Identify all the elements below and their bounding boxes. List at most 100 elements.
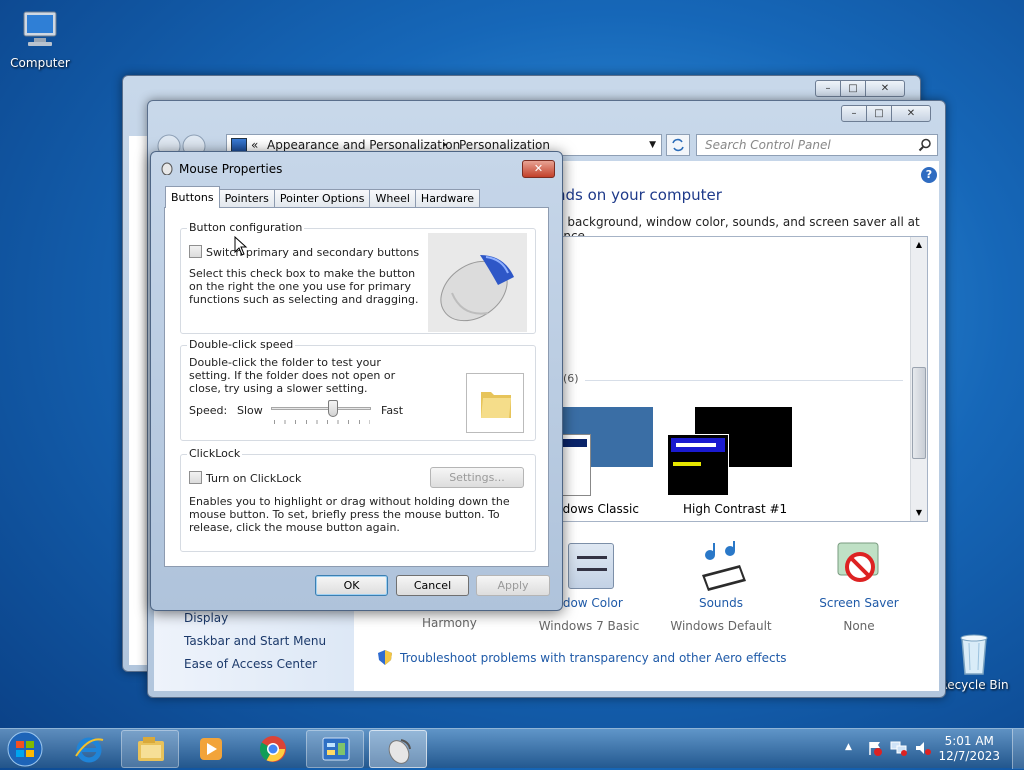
system-clock[interactable]: 5:01 AM 12/7/2023 xyxy=(938,734,1000,764)
tab-buttons[interactable]: Buttons xyxy=(165,186,220,208)
tray-overflow-button[interactable]: ▲ xyxy=(845,742,852,752)
back-window-controls: – □ ✕ xyxy=(815,80,905,97)
slider-thumb[interactable] xyxy=(328,400,339,417)
clicklock-checkbox[interactable] xyxy=(189,471,202,484)
mouse-pointer-icon xyxy=(234,235,248,256)
screen-saver-item[interactable]: Screen Saver None xyxy=(799,596,919,633)
close-button[interactable]: ✕ xyxy=(891,105,931,122)
speed-slow-label: Slow xyxy=(237,404,263,417)
action-center-icon[interactable] xyxy=(867,740,883,756)
minimize-button[interactable]: – xyxy=(815,80,841,97)
clock-time: 5:01 AM xyxy=(944,734,994,748)
window-color-value: Windows 7 Basic xyxy=(538,619,640,633)
sounds-icon[interactable] xyxy=(696,541,748,591)
window-color-icon[interactable] xyxy=(568,543,614,589)
minimize-button[interactable]: – xyxy=(841,105,867,122)
buttons-tab-panel: Button configuration Switch primary and … xyxy=(164,207,549,567)
recycle-bin-label: Recycle Bin xyxy=(939,678,1009,692)
taskbar-mouse-properties[interactable] xyxy=(369,730,427,768)
taskbar-control-panel[interactable] xyxy=(306,730,364,768)
refresh-icon xyxy=(672,138,684,152)
clicklock-group: ClickLock Turn on ClickLock Settings... … xyxy=(180,447,536,552)
search-placeholder: Search Control Panel xyxy=(705,138,831,152)
cancel-button[interactable]: Cancel xyxy=(396,575,469,596)
theme-high-contrast-1[interactable] xyxy=(667,407,793,497)
taskbar-file-explorer[interactable] xyxy=(121,730,179,768)
scroll-thumb[interactable] xyxy=(912,367,926,459)
double-click-speed-label: Double-click speed xyxy=(187,338,296,351)
control-panel-icon xyxy=(231,138,247,152)
tab-pointers[interactable]: Pointers xyxy=(218,189,275,208)
ok-button[interactable]: OK xyxy=(315,575,388,596)
troubleshoot-link[interactable]: Troubleshoot problems with transparency … xyxy=(400,651,787,665)
sounds-title[interactable]: Sounds xyxy=(661,596,781,610)
button-configuration-label: Button configuration xyxy=(187,221,305,234)
clicklock-settings-button[interactable]: Settings... xyxy=(430,467,524,488)
theme-windows-classic-label[interactable]: ndows Classic xyxy=(555,502,639,516)
taskbar-internet-explorer[interactable] xyxy=(60,730,118,768)
tab-pointer-options[interactable]: Pointer Options xyxy=(273,189,371,208)
clicklock-label: ClickLock xyxy=(187,447,243,460)
theme-group-count: (6) xyxy=(563,372,579,385)
slider-track xyxy=(271,407,371,410)
file-explorer-icon xyxy=(138,737,164,761)
close-button[interactable]: ✕ xyxy=(865,80,905,97)
double-click-description: Double-click the folder to test your set… xyxy=(189,356,396,395)
taskbar-media-player[interactable] xyxy=(182,730,240,768)
desktop-icon-recycle-bin[interactable]: Recycle Bin xyxy=(936,630,1012,692)
windows-logo-icon xyxy=(7,731,43,767)
shield-icon xyxy=(378,650,392,665)
taskbar-chrome[interactable] xyxy=(244,730,302,768)
test-folder-area[interactable] xyxy=(466,373,524,433)
clicklock-description: Enables you to highlight or drag without… xyxy=(189,495,510,534)
page-heading: nds on your computer xyxy=(556,186,722,204)
clicklock-checkbox-label[interactable]: Turn on ClickLock xyxy=(206,472,301,485)
screen-saver-value: None xyxy=(843,619,875,633)
theme-high-contrast-label[interactable]: High Contrast #1 xyxy=(683,502,787,516)
network-icon[interactable] xyxy=(890,740,908,756)
speed-fast-label: Fast xyxy=(381,404,404,417)
double-click-speed-slider[interactable] xyxy=(271,400,373,426)
computer-icon xyxy=(18,8,62,54)
media-player-icon xyxy=(200,738,222,760)
harmony-label: Harmony xyxy=(422,616,477,630)
address-dropdown-icon[interactable]: ▼ xyxy=(649,135,656,155)
link-display[interactable]: Display xyxy=(184,611,228,625)
slider-ticks xyxy=(274,420,370,424)
link-taskbar-start-menu[interactable]: Taskbar and Start Menu xyxy=(184,634,326,648)
double-click-speed-group: Double-click speed Double-click the fold… xyxy=(180,338,536,441)
theme-list-scrollbar[interactable]: ▲ ▼ xyxy=(910,237,927,521)
tab-wheel[interactable]: Wheel xyxy=(369,189,416,208)
volume-icon[interactable] xyxy=(914,740,932,756)
maximize-button[interactable]: □ xyxy=(840,80,866,97)
sounds-value: Windows Default xyxy=(670,619,772,633)
mouse-icon xyxy=(388,739,411,764)
sounds-item[interactable]: Sounds Windows Default xyxy=(661,596,781,633)
refresh-button[interactable] xyxy=(666,134,690,156)
recycle-bin-icon xyxy=(954,630,994,676)
theme-windows-classic[interactable] xyxy=(553,407,657,497)
switch-buttons-checkbox[interactable] xyxy=(189,245,202,258)
screen-saver-icon[interactable] xyxy=(834,541,884,589)
apply-button[interactable]: Apply xyxy=(476,575,550,596)
chrome-icon xyxy=(259,736,286,762)
search-input[interactable]: Search Control Panel xyxy=(696,134,938,156)
scroll-down-icon[interactable]: ▼ xyxy=(911,505,927,521)
scroll-up-icon[interactable]: ▲ xyxy=(911,237,927,253)
help-icon[interactable]: ? xyxy=(921,167,937,183)
mouse-properties-dialog[interactable]: Mouse Properties ✕ Buttons Pointers Poin… xyxy=(150,151,563,611)
screen-saver-title[interactable]: Screen Saver xyxy=(799,596,919,610)
show-desktop-button[interactable] xyxy=(1012,729,1024,769)
mouse-image xyxy=(428,233,527,332)
search-icon[interactable] xyxy=(918,138,932,152)
link-ease-of-access[interactable]: Ease of Access Center xyxy=(184,657,317,671)
start-button[interactable] xyxy=(6,731,44,767)
clock-date: 12/7/2023 xyxy=(938,749,1000,763)
maximize-button[interactable]: □ xyxy=(866,105,892,122)
button-config-description: Select this check box to make the button… xyxy=(189,267,419,306)
tab-hardware[interactable]: Hardware xyxy=(414,189,481,208)
dialog-close-button[interactable]: ✕ xyxy=(522,160,555,178)
desktop-icon-computer[interactable]: Computer xyxy=(2,8,78,70)
control-panel-icon xyxy=(322,737,350,761)
dialog-title: Mouse Properties xyxy=(179,162,283,176)
